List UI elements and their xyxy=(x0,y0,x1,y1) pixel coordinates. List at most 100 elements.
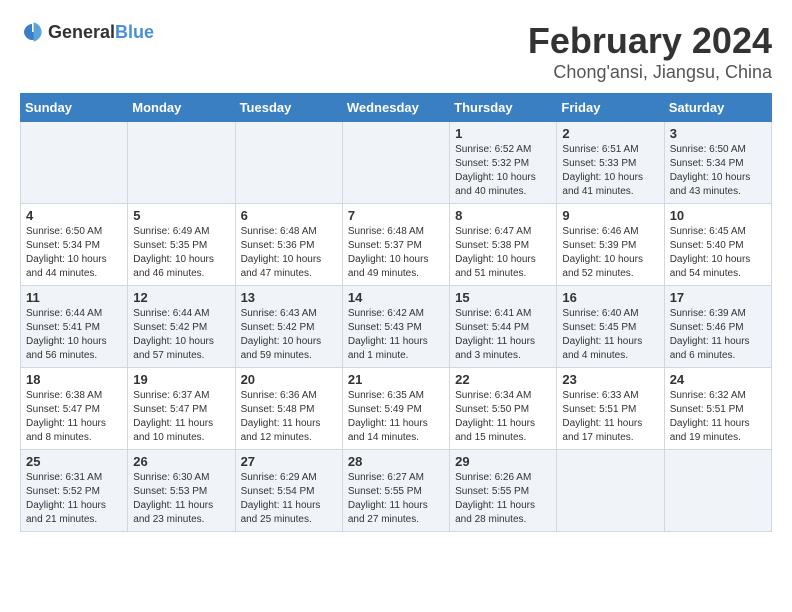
calendar-cell xyxy=(342,122,449,204)
page-header: GeneralBlue February 2024 Chong'ansi, Ji… xyxy=(20,20,772,83)
day-info: Sunrise: 6:45 AMSunset: 5:40 PMDaylight:… xyxy=(670,225,766,281)
day-number: 24 xyxy=(670,372,766,387)
calendar-cell xyxy=(664,450,771,532)
calendar-week-5: 25Sunrise: 6:31 AMSunset: 5:52 PMDayligh… xyxy=(21,450,772,532)
day-number: 19 xyxy=(133,372,229,387)
calendar-cell xyxy=(557,450,664,532)
calendar-cell: 7Sunrise: 6:48 AMSunset: 5:37 PMDaylight… xyxy=(342,204,449,286)
day-info: Sunrise: 6:44 AMSunset: 5:42 PMDaylight:… xyxy=(133,307,229,363)
calendar-table: Sunday Monday Tuesday Wednesday Thursday… xyxy=(20,93,772,532)
day-info: Sunrise: 6:47 AMSunset: 5:38 PMDaylight:… xyxy=(455,225,551,281)
day-info: Sunrise: 6:50 AMSunset: 5:34 PMDaylight:… xyxy=(670,143,766,199)
calendar-cell: 23 Sunrise: 6:33 AMSunset: 5:51 PMDayligh… xyxy=(557,368,664,450)
day-number: 2 xyxy=(562,126,658,141)
calendar-title: February 2024 xyxy=(528,20,772,62)
calendar-cell: 21Sunrise: 6:35 AMSunset: 5:49 PMDayligh… xyxy=(342,368,449,450)
day-number: 4 xyxy=(26,208,122,223)
day-number: 9 xyxy=(562,208,658,223)
day-info: Sunrise: 6:41 AMSunset: 5:44 PMDaylight:… xyxy=(455,307,551,363)
day-info: Sunrise: 6:33 AMSunset: 5:51 PMDaylight:… xyxy=(562,389,658,445)
day-number: 10 xyxy=(670,208,766,223)
logo-text: GeneralBlue xyxy=(48,22,154,43)
day-info: Sunrise: 6:38 AMSunset: 5:47 PMDaylight:… xyxy=(26,389,122,445)
calendar-week-2: 4 Sunrise: 6:50 AMSunset: 5:34 PMDaylight… xyxy=(21,204,772,286)
calendar-body: 1 Sunrise: 6:52 AMSunset: 5:32 PMDaylight… xyxy=(21,122,772,532)
day-info: Sunrise: 6:30 AMSunset: 5:53 PMDaylight:… xyxy=(133,471,229,527)
day-info: Sunrise: 6:26 AMSunset: 5:55 PMDaylight:… xyxy=(455,471,551,527)
header-sunday: Sunday xyxy=(21,94,128,122)
calendar-cell: 4 Sunrise: 6:50 AMSunset: 5:34 PMDaylight… xyxy=(21,204,128,286)
logo-general: General xyxy=(48,22,115,42)
calendar-cell: 16Sunrise: 6:40 AMSunset: 5:45 PMDayligh… xyxy=(557,286,664,368)
day-number: 6 xyxy=(241,208,337,223)
day-number: 25 xyxy=(26,454,122,469)
header-friday: Friday xyxy=(557,94,664,122)
calendar-cell: 15 Sunrise: 6:41 AMSunset: 5:44 PMDayligh… xyxy=(450,286,557,368)
header-thursday: Thursday xyxy=(450,94,557,122)
calendar-cell: 24 Sunrise: 6:32 AMSunset: 5:51 PMDayligh… xyxy=(664,368,771,450)
day-number: 5 xyxy=(133,208,229,223)
header-tuesday: Tuesday xyxy=(235,94,342,122)
calendar-cell: 11Sunrise: 6:44 AMSunset: 5:41 PMDayligh… xyxy=(21,286,128,368)
calendar-cell: 26 Sunrise: 6:30 AMSunset: 5:53 PMDayligh… xyxy=(128,450,235,532)
day-number: 11 xyxy=(26,290,122,305)
calendar-cell: 14 Sunrise: 6:42 AMSunset: 5:43 PMDayligh… xyxy=(342,286,449,368)
day-info: Sunrise: 6:34 AMSunset: 5:50 PMDaylight:… xyxy=(455,389,551,445)
calendar-week-3: 11Sunrise: 6:44 AMSunset: 5:41 PMDayligh… xyxy=(21,286,772,368)
day-number: 29 xyxy=(455,454,551,469)
day-info: Sunrise: 6:46 AMSunset: 5:39 PMDaylight:… xyxy=(562,225,658,281)
day-number: 18 xyxy=(26,372,122,387)
day-number: 22 xyxy=(455,372,551,387)
calendar-week-1: 1 Sunrise: 6:52 AMSunset: 5:32 PMDaylight… xyxy=(21,122,772,204)
calendar-cell: 12 Sunrise: 6:44 AMSunset: 5:42 PMDayligh… xyxy=(128,286,235,368)
day-number: 8 xyxy=(455,208,551,223)
calendar-cell: 1 Sunrise: 6:52 AMSunset: 5:32 PMDaylight… xyxy=(450,122,557,204)
day-number: 12 xyxy=(133,290,229,305)
calendar-cell xyxy=(128,122,235,204)
day-info: Sunrise: 6:48 AMSunset: 5:36 PMDaylight:… xyxy=(241,225,337,281)
calendar-cell: 10 Sunrise: 6:45 AMSunset: 5:40 PMDayligh… xyxy=(664,204,771,286)
header-saturday: Saturday xyxy=(664,94,771,122)
day-info: Sunrise: 6:42 AMSunset: 5:43 PMDaylight:… xyxy=(348,307,444,363)
calendar-week-4: 18 Sunrise: 6:38 AMSunset: 5:47 PMDayligh… xyxy=(21,368,772,450)
calendar-cell: 19 Sunrise: 6:37 AMSunset: 5:47 PMDayligh… xyxy=(128,368,235,450)
day-number: 27 xyxy=(241,454,337,469)
calendar-cell xyxy=(235,122,342,204)
day-info: Sunrise: 6:48 AMSunset: 5:37 PMDaylight:… xyxy=(348,225,444,281)
header-wednesday: Wednesday xyxy=(342,94,449,122)
day-number: 23 xyxy=(562,372,658,387)
calendar-cell: 18 Sunrise: 6:38 AMSunset: 5:47 PMDayligh… xyxy=(21,368,128,450)
logo-blue: Blue xyxy=(115,22,154,42)
calendar-cell xyxy=(21,122,128,204)
calendar-cell: 25Sunrise: 6:31 AMSunset: 5:52 PMDayligh… xyxy=(21,450,128,532)
day-number: 3 xyxy=(670,126,766,141)
day-info: Sunrise: 6:50 AMSunset: 5:34 PMDaylight:… xyxy=(26,225,122,281)
day-info: Sunrise: 6:36 AMSunset: 5:48 PMDaylight:… xyxy=(241,389,337,445)
day-number: 15 xyxy=(455,290,551,305)
day-info: Sunrise: 6:32 AMSunset: 5:51 PMDaylight:… xyxy=(670,389,766,445)
title-area: February 2024 Chong'ansi, Jiangsu, China xyxy=(528,20,772,83)
day-info: Sunrise: 6:37 AMSunset: 5:47 PMDaylight:… xyxy=(133,389,229,445)
day-info: Sunrise: 6:49 AMSunset: 5:35 PMDaylight:… xyxy=(133,225,229,281)
calendar-cell: 13 Sunrise: 6:43 AMSunset: 5:42 PMDayligh… xyxy=(235,286,342,368)
day-info: Sunrise: 6:43 AMSunset: 5:42 PMDaylight:… xyxy=(241,307,337,363)
calendar-cell: 17Sunrise: 6:39 AMSunset: 5:46 PMDayligh… xyxy=(664,286,771,368)
calendar-subtitle: Chong'ansi, Jiangsu, China xyxy=(528,62,772,83)
day-number: 26 xyxy=(133,454,229,469)
day-number: 14 xyxy=(348,290,444,305)
calendar-header: Sunday Monday Tuesday Wednesday Thursday… xyxy=(21,94,772,122)
day-info: Sunrise: 6:52 AMSunset: 5:32 PMDaylight:… xyxy=(455,143,551,199)
calendar-cell: 2 Sunrise: 6:51 AMSunset: 5:33 PMDaylight… xyxy=(557,122,664,204)
day-info: Sunrise: 6:35 AMSunset: 5:49 PMDaylight:… xyxy=(348,389,444,445)
logo-icon xyxy=(20,20,44,44)
day-number: 13 xyxy=(241,290,337,305)
calendar-cell: 20 Sunrise: 6:36 AMSunset: 5:48 PMDayligh… xyxy=(235,368,342,450)
day-number: 1 xyxy=(455,126,551,141)
day-number: 20 xyxy=(241,372,337,387)
logo: GeneralBlue xyxy=(20,20,154,44)
day-info: Sunrise: 6:51 AMSunset: 5:33 PMDaylight:… xyxy=(562,143,658,199)
day-info: Sunrise: 6:27 AMSunset: 5:55 PMDaylight:… xyxy=(348,471,444,527)
calendar-cell: 6 Sunrise: 6:48 AMSunset: 5:36 PMDaylight… xyxy=(235,204,342,286)
calendar-cell: 5 Sunrise: 6:49 AMSunset: 5:35 PMDaylight… xyxy=(128,204,235,286)
calendar-cell: 8 Sunrise: 6:47 AMSunset: 5:38 PMDaylight… xyxy=(450,204,557,286)
